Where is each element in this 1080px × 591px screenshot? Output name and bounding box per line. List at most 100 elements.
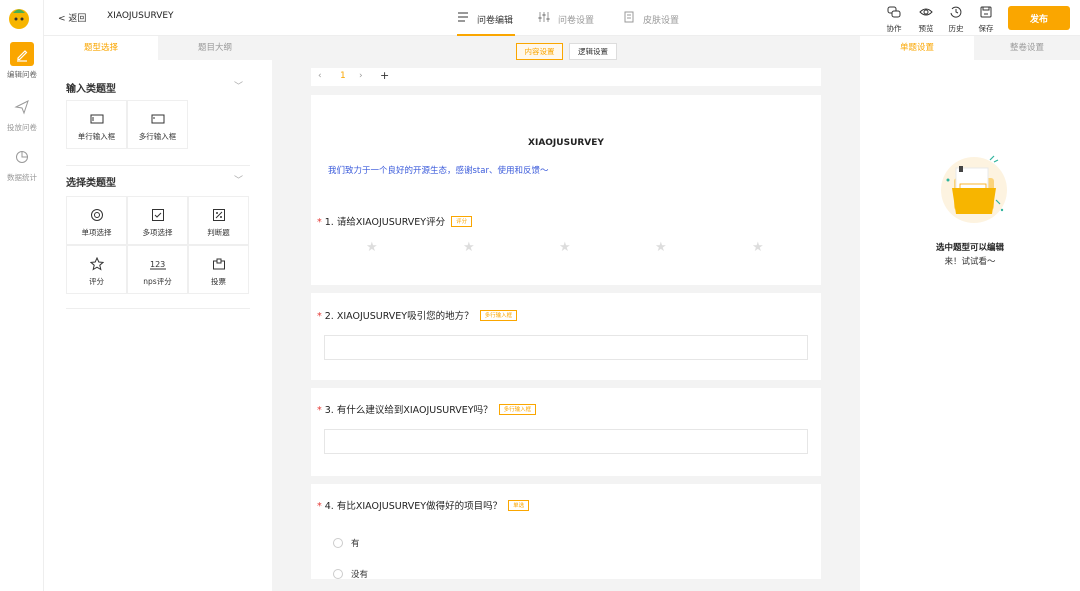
back-button[interactable]: < 返回 [58, 11, 86, 24]
tab-question-settings[interactable]: 单题设置 [860, 36, 974, 60]
star-icon[interactable]: ★ [655, 240, 667, 255]
prev-page-button[interactable]: ‹ [318, 71, 322, 81]
tab-logic-settings[interactable]: 逻辑设置 [569, 43, 617, 60]
qtype-multi-choice[interactable]: 多项选择 [127, 196, 188, 245]
chevron-down-icon[interactable]: ﹀ [234, 79, 243, 92]
tab-survey-global-settings[interactable]: 整卷设置 [974, 36, 1080, 60]
history-icon [950, 6, 962, 18]
qtype-vote[interactable]: 投票 [188, 245, 249, 294]
survey-sheet: XIAOJUSURVEY 我们致力于一个良好的开源生态，感谢star、使用和反馈… [311, 95, 821, 579]
required-mark: * [317, 217, 322, 228]
required-mark: * [317, 405, 322, 416]
pencil-icon [10, 42, 34, 66]
qtype-single-choice[interactable]: 单项选择 [66, 196, 127, 245]
tab-survey-edit[interactable]: 问卷编辑 [457, 0, 515, 36]
question-single-choice[interactable]: * 4. 有比XIAOJUSURVEY做得好的项目吗？ 单选 有 没有 [311, 484, 821, 579]
empty-state-title: 选中题型可以编辑 [935, 243, 1004, 253]
question-title: * 2. XIAOJUSURVEY吸引您的地方？ 多行输入框 [317, 308, 518, 322]
star-icon[interactable]: ★ [463, 240, 475, 255]
answer-textarea[interactable] [324, 429, 808, 454]
question-type-tag: 多行输入框 [479, 310, 518, 321]
document-icon [624, 11, 634, 23]
star-icon[interactable]: ★ [752, 240, 764, 255]
question-title: * 3. 有什么建议给到XIAOJUSURVEY吗？ 多行输入框 [317, 402, 537, 416]
question-text: 2. XIAOJUSURVEY吸引您的地方？ [324, 311, 474, 322]
star-icon [89, 257, 104, 271]
question-title: * 4. 有比XIAOJUSURVEY做得好的项目吗？ 单选 [317, 498, 530, 512]
pie-chart-icon [10, 145, 34, 169]
group-title-choice: 选择类题型 [66, 178, 116, 189]
required-mark: * [317, 501, 322, 512]
group-title-input: 输入类题型 [66, 84, 116, 95]
radio-circle-icon[interactable] [333, 538, 343, 548]
tab-question-types[interactable]: 题型选择 [44, 36, 158, 60]
option-yes[interactable]: 有 [333, 537, 360, 549]
qtype-multi-line-input[interactable]: 多行输入框 [127, 100, 188, 149]
question-type-tag: 单选 [508, 500, 530, 511]
rail-item-distribute[interactable]: 投放问卷 [0, 95, 44, 133]
survey-name: XIAOJUSURVEY [107, 11, 174, 21]
rail-item-analysis[interactable]: 数据统计 [0, 145, 44, 183]
divider [66, 165, 250, 166]
star-icon[interactable]: ★ [366, 240, 378, 255]
answer-textarea[interactable] [324, 335, 808, 360]
qtype-label: 单行输入框 [77, 132, 116, 141]
qtype-rating[interactable]: 评分 [66, 245, 127, 294]
logo-icon [9, 9, 29, 29]
radio-circle-icon[interactable] [333, 569, 343, 579]
page-pager: ‹ 1 › + [311, 68, 821, 86]
chevron-down-icon[interactable]: ﹀ [234, 173, 243, 186]
qtype-label: 投票 [211, 277, 226, 286]
rail-item-label: 投放问卷 [7, 123, 37, 132]
toolbar: 协作 预览 历史 保存 发布 [880, 0, 1080, 36]
empty-state-illustration-icon [941, 155, 1007, 223]
survey-title[interactable]: XIAOJUSURVEY [311, 138, 821, 148]
option-no[interactable]: 没有 [333, 568, 368, 579]
top-bar: < 返回 XIAOJUSURVEY 问卷编辑 问卷设置 皮肤设置 协作 预览 历… [44, 0, 1080, 36]
question-divider [311, 285, 821, 293]
question-title: * 1. 请给XIAOJUSURVEY评分 评分 [317, 214, 473, 228]
add-page-button[interactable]: + [380, 69, 389, 82]
radio-icon [90, 209, 103, 221]
rail-item-edit[interactable]: 编辑问卷 [0, 42, 44, 80]
collaborate-button[interactable]: 协作 [880, 5, 908, 34]
question-rating[interactable]: * 1. 请给XIAOJUSURVEY评分 评分 ★ ★ ★ ★ ★ [311, 200, 821, 285]
save-button[interactable]: 保存 [972, 5, 1000, 34]
survey-description[interactable]: 我们致力于一个良好的开源生态，感谢star、使用和反馈～ [328, 164, 548, 176]
preview-button[interactable]: 预览 [912, 5, 940, 34]
qtype-label: 评分 [89, 277, 104, 286]
vote-icon [212, 258, 225, 270]
checkbox-icon [151, 209, 164, 221]
tab-skin-settings[interactable]: 皮肤设置 [623, 0, 681, 36]
collaborate-label: 协作 [886, 24, 902, 33]
tab-question-outline[interactable]: 题目大纲 [158, 36, 272, 60]
qtype-nps[interactable]: 123 nps评分 [127, 245, 188, 294]
rail-item-label: 编辑问卷 [7, 70, 37, 79]
next-page-button[interactable]: › [359, 71, 363, 81]
tab-label: 皮肤设置 [643, 16, 680, 26]
history-button[interactable]: 历史 [942, 5, 970, 34]
save-label: 保存 [978, 24, 994, 33]
question-text-suggestions[interactable]: * 3. 有什么建议给到XIAOJUSURVEY吗？ 多行输入框 [311, 388, 821, 476]
publish-button[interactable]: 发布 [1008, 6, 1070, 30]
qtype-judge[interactable]: 判断题 [188, 196, 249, 245]
question-divider [311, 476, 821, 484]
tab-label: 问卷设置 [558, 16, 595, 26]
eye-icon [919, 8, 933, 16]
question-text-attractions[interactable]: * 2. XIAOJUSURVEY吸引您的地方？ 多行输入框 [311, 293, 821, 380]
back-label: 返回 [68, 14, 87, 24]
save-icon [980, 6, 992, 18]
page-number[interactable]: 1 [340, 71, 346, 81]
question-text: 4. 有比XIAOJUSURVEY做得好的项目吗？ [324, 501, 503, 512]
divider [66, 308, 250, 309]
right-panel-tabs: 单题设置 整卷设置 [860, 36, 1080, 60]
star-icon[interactable]: ★ [559, 240, 571, 255]
tab-content-settings[interactable]: 内容设置 [516, 43, 563, 60]
required-mark: * [317, 311, 322, 322]
tab-survey-settings[interactable]: 问卷设置 [538, 0, 596, 36]
qtype-label: 多行输入框 [138, 132, 177, 141]
qtype-single-line-input[interactable]: 单行输入框 [66, 100, 127, 149]
rail-item-label: 数据统计 [7, 173, 37, 182]
qtype-label: nps评分 [143, 277, 172, 286]
qtype-label: 多项选择 [142, 228, 173, 237]
